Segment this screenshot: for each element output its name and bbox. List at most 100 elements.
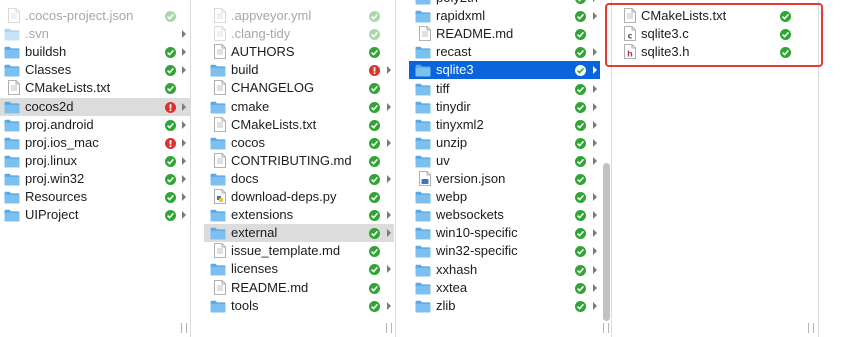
- folder-row[interactable]: win32-specific: [409, 242, 600, 260]
- file-row[interactable]: AUTHORS: [204, 43, 394, 61]
- folder-row[interactable]: tinydir: [409, 98, 600, 116]
- svn-synced-badge-icon: [575, 0, 586, 4]
- column-resize-handle[interactable]: [181, 323, 187, 333]
- column-resize-handle[interactable]: [808, 323, 814, 333]
- folder-row[interactable]: .svn: [0, 25, 190, 43]
- item-name: zlib: [436, 298, 456, 313]
- svn-synced-badge-icon: [369, 264, 380, 275]
- disclosure-arrow-icon: [385, 170, 393, 188]
- item-name: CMakeLists.txt: [25, 80, 111, 95]
- item-name: README.md: [436, 26, 514, 41]
- folder-row[interactable]: proj.ios_mac: [0, 134, 190, 152]
- file-row[interactable]: .cocos-project.json: [0, 7, 190, 25]
- folder-row[interactable]: tools: [204, 297, 394, 315]
- svn-synced-badge-icon: [575, 192, 586, 203]
- folder-icon: [4, 46, 20, 59]
- file-row[interactable]: CONTRIBUTING.md: [204, 152, 394, 170]
- folder-row[interactable]: recast: [409, 43, 600, 61]
- disclosure-arrow-icon: [591, 152, 599, 170]
- file-row[interactable]: download-deps.py: [204, 188, 394, 206]
- item-name: tiff: [436, 81, 450, 96]
- folder-row[interactable]: cocos: [204, 134, 394, 152]
- folder-row[interactable]: extensions: [204, 206, 394, 224]
- column-external[interactable]: poly2tri rapidxml README.md recast sqlit…: [409, 0, 600, 337]
- folder-row[interactable]: poly2tri: [409, 0, 600, 7]
- file-row[interactable]: README.md: [204, 279, 394, 297]
- column-cocos2d[interactable]: .appveyor.yml .clang-tidy AUTHORS build …: [204, 0, 394, 337]
- disclosure-arrow-icon: [591, 279, 599, 297]
- file-row[interactable]: .clang-tidy: [204, 25, 394, 43]
- disclosure-arrow-icon: [591, 134, 599, 152]
- folder-icon: [4, 191, 20, 204]
- disclosure-arrow-icon: [385, 260, 393, 278]
- folder-icon: [4, 64, 20, 77]
- item-name: external: [231, 225, 278, 240]
- file-row[interactable]: CHANGELOG: [204, 79, 394, 97]
- item-name: tinydir: [436, 99, 471, 114]
- svn-synced-badge-icon: [369, 156, 380, 167]
- disclosure-arrow-icon: [591, 7, 599, 25]
- svn-synced-badge-icon: [575, 65, 586, 76]
- folder-icon: [4, 173, 20, 186]
- disclosure-arrow-icon: [180, 25, 188, 43]
- file-row[interactable]: CMakeLists.txt: [204, 116, 394, 134]
- folder-row[interactable]: licenses: [204, 260, 394, 278]
- svn-synced-badge-icon: [165, 47, 176, 58]
- svn-synced-badge-icon: [575, 102, 586, 113]
- svn-modified-badge-icon: [369, 65, 380, 76]
- document-icon: [210, 153, 226, 168]
- svn-synced-badge-icon: [165, 120, 176, 131]
- folder-row[interactable]: proj.android: [0, 116, 190, 134]
- svn-synced-badge-icon: [369, 246, 380, 257]
- file-row[interactable]: README.md: [409, 25, 600, 43]
- folder-icon: [210, 64, 226, 77]
- column-project-root[interactable]: .cocos-project.json .svn buildsh Classes…: [0, 0, 190, 337]
- folder-row[interactable]: cmake: [204, 98, 394, 116]
- folder-row[interactable]: websockets: [409, 206, 600, 224]
- file-row[interactable]: version.json: [409, 170, 600, 188]
- folder-icon: [210, 173, 226, 186]
- folder-row[interactable]: Resources: [0, 188, 190, 206]
- disclosure-arrow-icon: [385, 61, 393, 79]
- column-resize-handle[interactable]: [386, 323, 392, 333]
- folder-row[interactable]: win10-specific: [409, 224, 600, 242]
- folder-row[interactable]: zlib: [409, 297, 600, 315]
- folder-row[interactable]: buildsh: [0, 43, 190, 61]
- column-resize-handle[interactable]: [603, 323, 609, 333]
- folder-row[interactable]: proj.linux: [0, 152, 190, 170]
- python-file-icon: [210, 189, 226, 204]
- item-name: licenses: [231, 261, 278, 276]
- folder-row[interactable]: tiff: [409, 80, 600, 98]
- folder-icon: [415, 209, 431, 222]
- folder-icon: [415, 245, 431, 258]
- disclosure-arrow-icon: [591, 188, 599, 206]
- folder-row[interactable]: xxtea: [409, 279, 600, 297]
- folder-row[interactable]: uv: [409, 152, 600, 170]
- disclosure-arrow-icon: [180, 134, 188, 152]
- item-name: uv: [436, 153, 450, 168]
- folder-row[interactable]: proj.win32: [0, 170, 190, 188]
- column-divider[interactable]: [190, 0, 191, 337]
- folder-row[interactable]: build: [204, 61, 394, 79]
- svn-synced-badge-icon: [165, 11, 176, 22]
- folder-row[interactable]: sqlite3: [409, 61, 600, 79]
- column-divider[interactable]: [395, 0, 396, 337]
- folder-row[interactable]: Classes: [0, 61, 190, 79]
- file-row[interactable]: CMakeLists.txt: [0, 79, 190, 97]
- folder-row[interactable]: docs: [204, 170, 394, 188]
- folder-row[interactable]: webp: [409, 188, 600, 206]
- disclosure-arrow-icon: [385, 297, 393, 315]
- disclosure-arrow-icon: [591, 206, 599, 224]
- folder-row[interactable]: cocos2d: [0, 98, 190, 116]
- scrollbar-external[interactable]: [603, 163, 610, 321]
- folder-row[interactable]: UIProject: [0, 206, 190, 224]
- svn-synced-badge-icon: [575, 265, 586, 276]
- svn-modified-badge-icon: [165, 138, 176, 149]
- folder-row[interactable]: rapidxml: [409, 7, 600, 25]
- folder-row[interactable]: unzip: [409, 134, 600, 152]
- folder-row[interactable]: tinyxml2: [409, 116, 600, 134]
- file-row[interactable]: .appveyor.yml: [204, 7, 394, 25]
- folder-row[interactable]: external: [204, 224, 394, 242]
- file-row[interactable]: issue_template.md: [204, 242, 394, 260]
- folder-row[interactable]: xxhash: [409, 261, 600, 279]
